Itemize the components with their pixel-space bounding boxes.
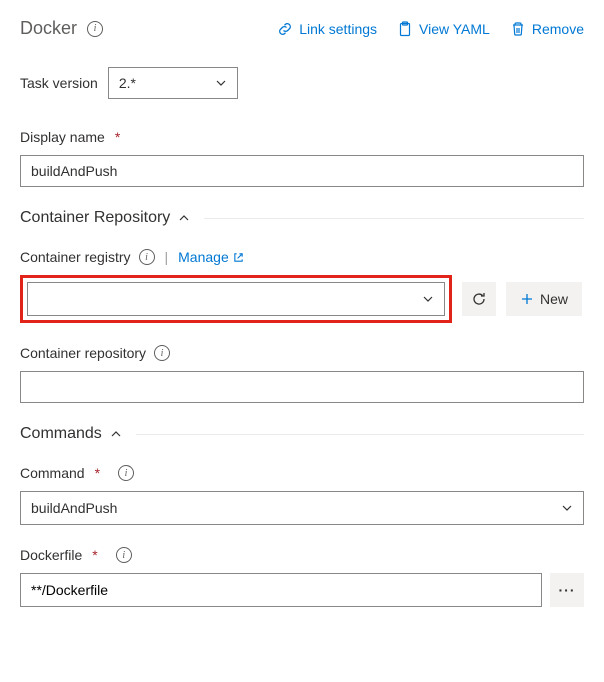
task-version-value: 2.*	[119, 75, 136, 91]
display-name-label-row: Display name *	[20, 129, 584, 145]
plus-icon	[520, 292, 534, 306]
task-version-label: Task version	[20, 75, 98, 91]
chevron-down-icon	[215, 77, 227, 89]
required-marker: *	[95, 465, 100, 481]
container-repository-title: Container Repository	[20, 209, 170, 227]
commands-title: Commands	[20, 425, 102, 443]
manage-link[interactable]: Manage	[178, 249, 244, 265]
highlighted-dropdown-wrap	[20, 275, 452, 323]
new-button-label: New	[540, 291, 568, 307]
task-version-row: Task version 2.*	[20, 67, 584, 99]
remove-link[interactable]: Remove	[510, 21, 584, 37]
dockerfile-row: ···	[20, 573, 584, 607]
container-registry-label-row: Container registry i | Manage	[20, 249, 584, 265]
page-title: Docker	[20, 18, 77, 39]
command-label: Command	[20, 465, 85, 481]
info-icon[interactable]: i	[139, 249, 155, 265]
section-divider	[204, 218, 584, 219]
container-repository-section-header[interactable]: Container Repository	[20, 209, 584, 227]
command-label-row: Command * i	[20, 465, 584, 481]
dockerfile-input[interactable]	[20, 573, 542, 607]
external-link-icon	[233, 252, 244, 263]
container-registry-select[interactable]	[27, 282, 445, 316]
container-repository-label: Container repository	[20, 345, 146, 361]
link-icon	[277, 21, 293, 37]
command-value: buildAndPush	[31, 500, 117, 516]
chevron-down-icon	[422, 293, 434, 305]
dockerfile-label-row: Dockerfile * i	[20, 547, 584, 563]
header-links: Link settings View YAML Remove	[277, 21, 584, 37]
command-group: Command * i buildAndPush	[20, 465, 584, 525]
info-icon[interactable]: i	[116, 547, 132, 563]
dockerfile-group: Dockerfile * i ···	[20, 547, 584, 607]
view-yaml-label: View YAML	[419, 21, 490, 37]
display-name-label: Display name	[20, 129, 105, 145]
container-registry-group: Container registry i | Manage	[20, 249, 584, 265]
clipboard-icon	[397, 21, 413, 37]
display-name-input[interactable]	[20, 155, 584, 187]
link-settings-link[interactable]: Link settings	[277, 21, 377, 37]
refresh-button[interactable]	[462, 282, 496, 316]
remove-label: Remove	[532, 21, 584, 37]
container-repository-label-row: Container repository i	[20, 345, 584, 361]
commands-section-header[interactable]: Commands	[20, 425, 584, 443]
info-icon[interactable]: i	[87, 21, 103, 37]
dockerfile-label: Dockerfile	[20, 547, 82, 563]
section-divider	[136, 434, 584, 435]
chevron-down-icon	[561, 502, 573, 514]
task-version-select[interactable]: 2.*	[108, 67, 238, 99]
container-repository-group: Container repository i	[20, 345, 584, 403]
info-icon[interactable]: i	[118, 465, 134, 481]
display-name-group: Display name *	[20, 129, 584, 187]
container-repository-input[interactable]	[20, 371, 584, 403]
task-header: Docker i Link settings View YAML	[20, 18, 584, 39]
manage-label: Manage	[178, 249, 229, 265]
new-button[interactable]: New	[506, 282, 582, 316]
link-settings-label: Link settings	[299, 21, 377, 37]
chevron-up-icon	[178, 212, 190, 224]
refresh-icon	[471, 291, 487, 307]
header-left: Docker i	[20, 18, 103, 39]
browse-button[interactable]: ···	[550, 573, 584, 607]
container-registry-row: New	[20, 275, 584, 323]
required-marker: *	[92, 547, 97, 563]
view-yaml-link[interactable]: View YAML	[397, 21, 490, 37]
trash-icon	[510, 21, 526, 37]
container-registry-label: Container registry	[20, 249, 131, 265]
info-icon[interactable]: i	[154, 345, 170, 361]
required-marker: *	[115, 129, 120, 145]
divider: |	[165, 249, 169, 265]
command-select[interactable]: buildAndPush	[20, 491, 584, 525]
ellipsis-icon: ···	[559, 582, 576, 598]
chevron-up-icon	[110, 428, 122, 440]
